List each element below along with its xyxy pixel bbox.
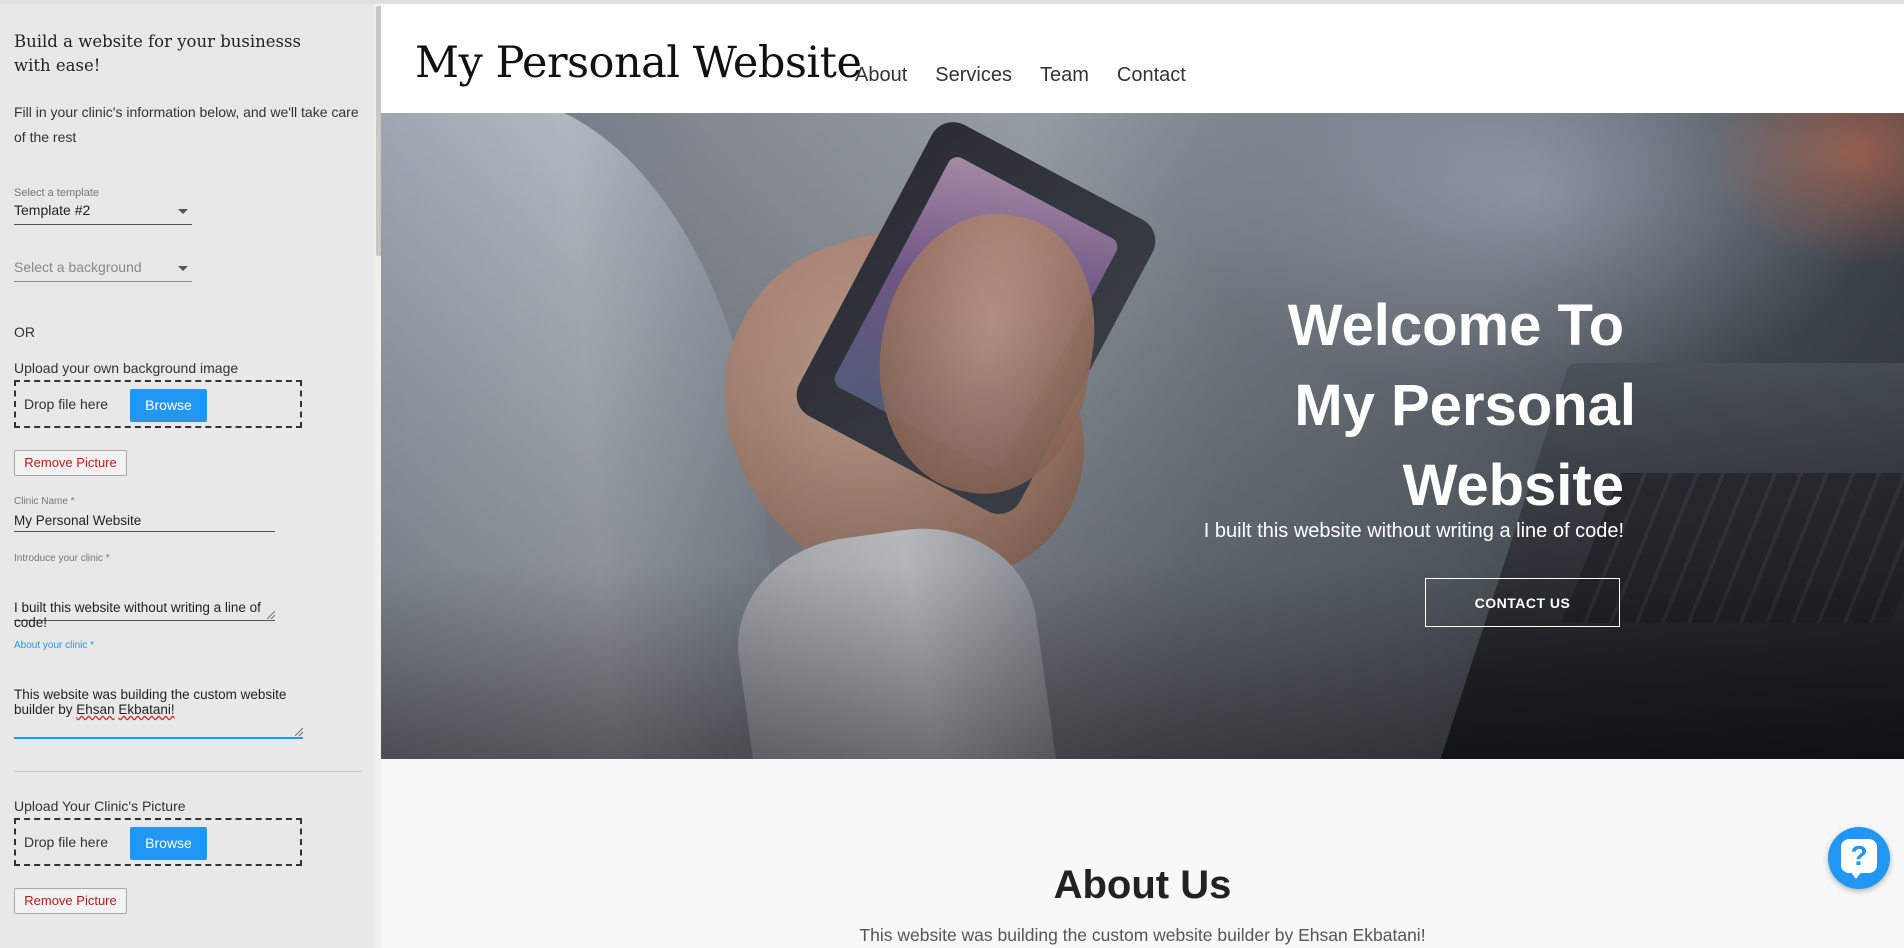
hero-title-line: Welcome To bbox=[1287, 293, 1624, 358]
pic-remove-picture-button[interactable]: Remove Picture bbox=[14, 888, 127, 914]
hero-section: Welcome To My Personal Website I built t… bbox=[381, 113, 1904, 759]
help-button[interactable]: ? bbox=[1828, 827, 1890, 889]
question-icon: ? bbox=[1841, 839, 1877, 873]
pic-drop-text: Drop file here bbox=[24, 834, 109, 850]
about-text: This website was building the custom web… bbox=[859, 925, 1426, 945]
clinic-name-label: Clinic Name * bbox=[14, 496, 75, 507]
about-section: About Us This website was building the c… bbox=[381, 759, 1904, 948]
bg-remove-picture-button[interactable]: Remove Picture bbox=[14, 450, 127, 476]
site-logo[interactable]: My Personal Website bbox=[415, 38, 862, 88]
nav-link-team[interactable]: Team bbox=[1040, 64, 1089, 87]
hero-title-line: My Personal bbox=[1294, 373, 1636, 438]
sidebar-title: Build a website for your businesss with … bbox=[14, 32, 301, 75]
introduce-label: Introduce your clinic * bbox=[14, 553, 110, 564]
site-nav: About Services Team Contact bbox=[855, 64, 1186, 87]
about-textarea[interactable]: This website was building the custom web… bbox=[14, 657, 303, 739]
introduce-text: I built this website without writing a l… bbox=[14, 600, 265, 630]
resize-grip-icon[interactable] bbox=[267, 611, 275, 619]
resize-grip-icon[interactable] bbox=[295, 728, 303, 736]
about-label: About your clinic * bbox=[14, 640, 95, 651]
bg-dropzone[interactable]: Drop file here Browse bbox=[14, 380, 302, 428]
spell-flag-word: Ekbatani! bbox=[118, 702, 175, 717]
section-divider bbox=[14, 771, 362, 772]
background-select[interactable]: Select a background bbox=[14, 259, 192, 282]
about-text: This website was building the custom web… bbox=[14, 687, 299, 717]
pic-browse-button[interactable]: Browse bbox=[130, 827, 207, 860]
pic-dropzone[interactable]: Drop file here Browse bbox=[14, 818, 302, 866]
template-label: Select a template bbox=[14, 187, 99, 199]
template-select[interactable]: Template #2 bbox=[14, 202, 192, 225]
bg-browse-button[interactable]: Browse bbox=[130, 389, 207, 422]
chevron-down-icon bbox=[178, 266, 188, 271]
clinic-name-input[interactable]: My Personal Website bbox=[14, 513, 275, 532]
hero-title: Welcome To My Personal Website bbox=[1124, 286, 1636, 526]
contact-us-button[interactable]: CONTACT US bbox=[1425, 578, 1620, 627]
template-select-value: Template #2 bbox=[14, 202, 91, 218]
chevron-down-icon bbox=[178, 209, 188, 214]
nav-link-contact[interactable]: Contact bbox=[1117, 64, 1186, 87]
website-preview: My Personal Website About Services Team … bbox=[381, 4, 1904, 948]
or-separator: OR bbox=[14, 324, 35, 340]
builder-sidebar: Build a website for your businesss with … bbox=[0, 4, 375, 948]
nav-link-about[interactable]: About bbox=[855, 64, 907, 87]
hero-title-line: Website bbox=[1402, 453, 1624, 518]
about-title: About Us bbox=[1053, 863, 1232, 907]
spell-flag-word: Ehsan bbox=[76, 702, 115, 717]
background-select-placeholder: Select a background bbox=[14, 259, 142, 275]
bg-upload-label: Upload your own background image bbox=[14, 360, 239, 376]
introduce-textarea[interactable]: I built this website without writing a l… bbox=[14, 570, 275, 630]
hero-subtitle: I built this website without writing a l… bbox=[1203, 520, 1624, 542]
sidebar-intro: Fill in your clinic's information below,… bbox=[14, 104, 359, 145]
speech-tail-icon bbox=[1850, 871, 1862, 879]
bg-drop-text: Drop file here bbox=[24, 396, 109, 412]
pic-upload-label: Upload Your Clinic's Picture bbox=[14, 798, 186, 814]
nav-link-services[interactable]: Services bbox=[935, 64, 1012, 87]
